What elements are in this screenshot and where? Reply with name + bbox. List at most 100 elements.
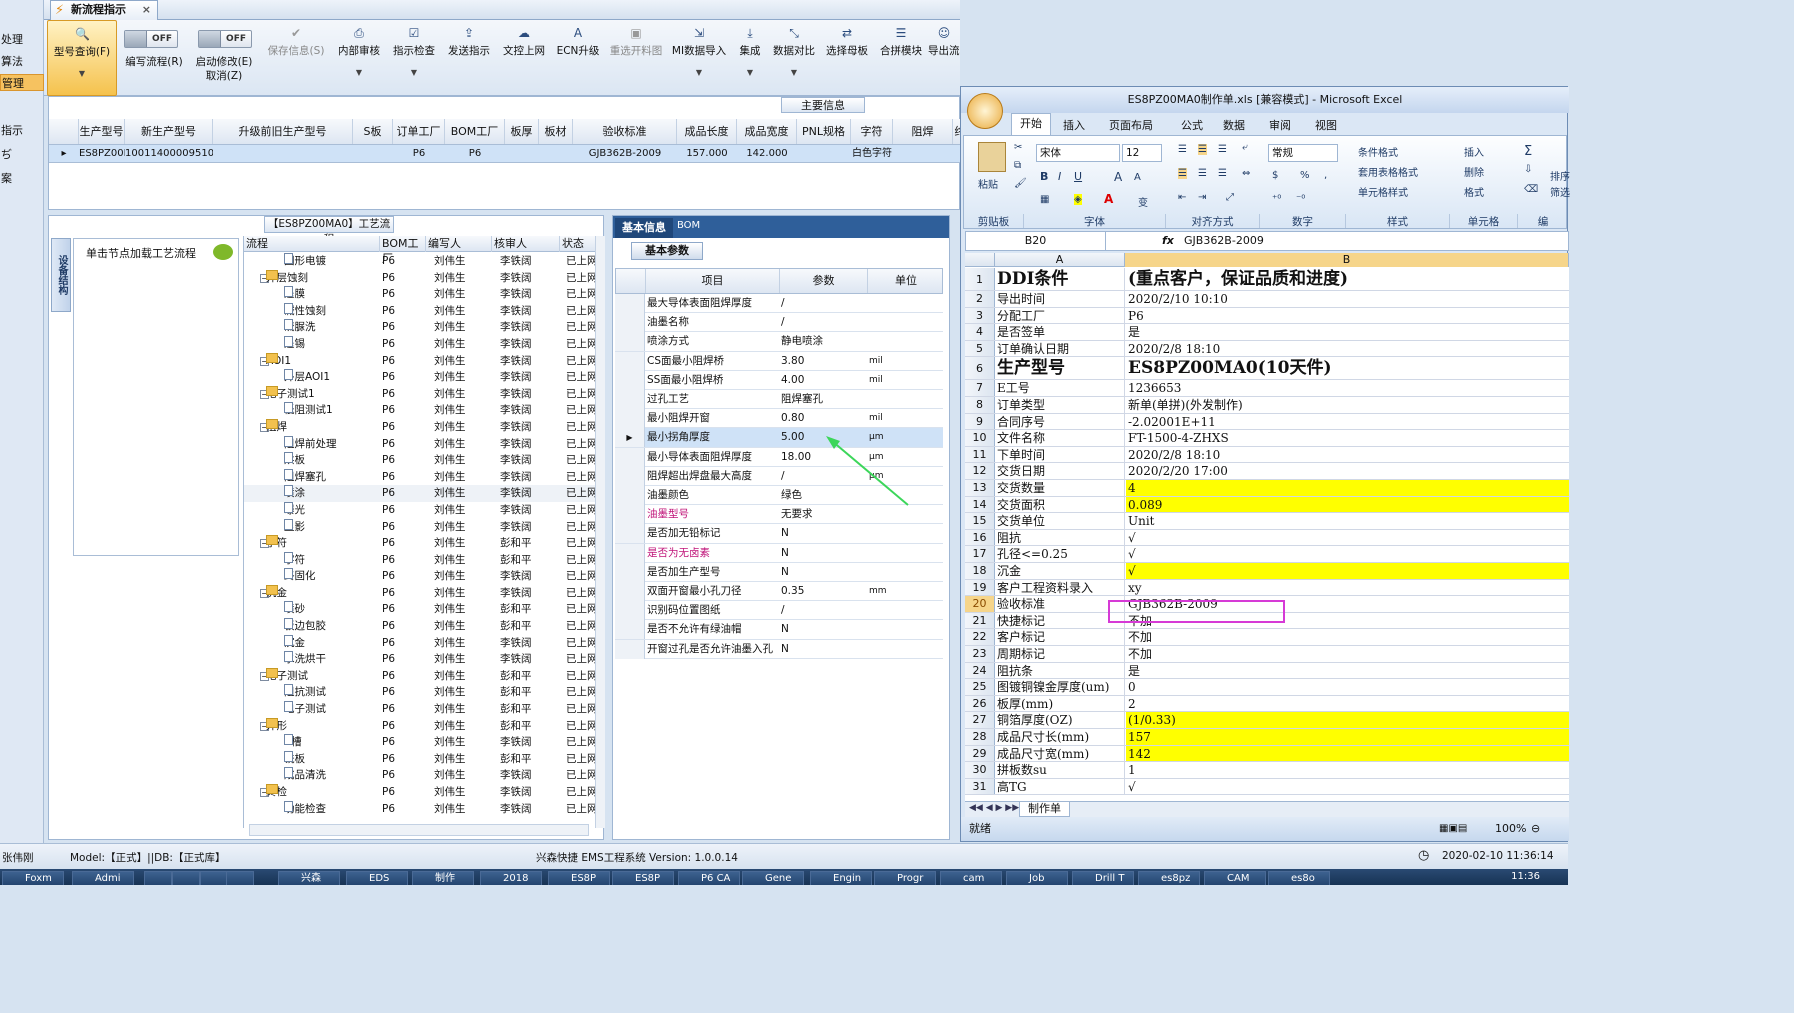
cell-a[interactable]: 生产型号 — [997, 357, 1125, 380]
data-compare-button[interactable]: ⤡ 数据对比 ▼ — [770, 20, 818, 96]
cell-b[interactable]: 2020/2/10 10:10 — [1126, 291, 1569, 307]
align-top-icon[interactable]: ☰ — [1178, 144, 1187, 155]
taskbar-button[interactable]: es8pz — [1138, 871, 1200, 885]
doc-control-online-button[interactable]: ☁ 文控上网 — [498, 20, 550, 96]
comma-icon[interactable]: , — [1324, 170, 1327, 181]
cell-b[interactable]: 2020/2/20 17:00 — [1126, 463, 1569, 479]
taskbar-button[interactable]: Job — [1006, 871, 1068, 885]
param-row[interactable]: 油墨颜色 绿色 — [615, 486, 943, 506]
column-header[interactable]: 阻焊 — [893, 119, 953, 144]
reselect-cutting-chart-button[interactable]: ▣ 重选开料图 — [606, 20, 666, 96]
row-number[interactable]: 24 — [965, 662, 995, 679]
cell-b[interactable]: 2020/2/8 18:10 — [1126, 447, 1569, 463]
cell-styles-button[interactable]: 单元格样式 — [1358, 184, 1408, 199]
row-number[interactable]: 11 — [965, 446, 995, 463]
row-header[interactable] — [615, 466, 645, 486]
vertical-scrollbar[interactable] — [595, 236, 605, 828]
sort-button[interactable]: 排序 — [1550, 168, 1570, 183]
tree-row[interactable]: 显影 P6 刘伟生 李铁阔 已上网 — [244, 518, 600, 536]
taskbar-button[interactable]: cam — [940, 871, 1002, 885]
cell-b[interactable]: 157 — [1126, 729, 1569, 745]
tree-row[interactable]: 板边包胶 P6 刘伟生 彭和平 已上网 — [244, 618, 600, 635]
formula-input[interactable]: GJB362B-2009 — [1184, 232, 1264, 250]
row-number[interactable]: 12 — [965, 463, 995, 479]
param-value[interactable]: N — [781, 563, 867, 582]
row-header[interactable] — [615, 562, 645, 582]
tree-row[interactable]: −终检P6刘伟生李铁阔已上网 — [244, 784, 600, 801]
param-row[interactable]: 阻焊超出焊盘最大高度 / μm — [615, 466, 943, 486]
increase-decimal-icon[interactable]: ⁺⁰ — [1272, 194, 1281, 205]
row-number[interactable]: 5 — [965, 340, 995, 357]
export-process-info-button[interactable]: ☺ 导出流程信息 — [928, 20, 960, 96]
select-all-corner[interactable] — [965, 253, 995, 267]
cell-a[interactable]: 孔径<=0.25 — [997, 546, 1125, 562]
sheet-nav-icon[interactable]: ◀◀ ◀ ▶ ▶▶ — [969, 803, 1019, 813]
tree-row[interactable]: 图形电镀 P6 刘伟生 李铁阔 已上网 — [244, 253, 600, 270]
cut-icon[interactable]: ✂ — [1014, 142, 1022, 153]
integrate-button[interactable]: ⤓ 集成 ▼ — [732, 20, 768, 96]
row-number[interactable]: 22 — [965, 629, 995, 645]
param-row[interactable]: 开窗过孔是否允许油墨入孔 N — [615, 639, 943, 659]
row-header[interactable] — [615, 543, 645, 563]
row-number[interactable]: 29 — [965, 745, 995, 762]
function-icon[interactable]: fx — [1162, 232, 1174, 250]
shrink-font-icon[interactable]: A — [1134, 172, 1141, 183]
tree-row[interactable]: 烘板 P6 刘伟生 李铁阔 已上网 — [244, 452, 600, 469]
row-number[interactable]: 28 — [965, 729, 995, 745]
tree-row[interactable]: 阻抗测试 P6 刘伟生 彭和平 已上网 — [244, 684, 600, 701]
fill-icon[interactable]: ⇩ — [1524, 164, 1532, 175]
row-header[interactable] — [615, 409, 645, 429]
cell-b[interactable]: (重点客户，保证品质和进度) — [1126, 268, 1569, 290]
orientation-icon[interactable]: ⤢ — [1226, 192, 1234, 203]
format-button[interactable]: 格式 — [1464, 184, 1484, 199]
fill-color-icon[interactable]: ◈ — [1074, 194, 1082, 205]
ribbon-tab-2[interactable]: 页面布局 — [1109, 117, 1153, 133]
tree-row[interactable]: 水洗烘干 P6 刘伟生 李铁阔 已上网 — [244, 651, 600, 668]
ribbon-tab-1[interactable]: 插入 — [1063, 117, 1085, 133]
taskbar-button[interactable] — [226, 871, 254, 885]
row-number[interactable]: 6 — [965, 357, 995, 380]
format-as-table-button[interactable]: 套用表格格式 — [1358, 164, 1418, 179]
row-number[interactable]: 2 — [965, 291, 995, 307]
column-header[interactable]: 流程 — [244, 236, 380, 252]
row-number[interactable]: 26 — [965, 695, 995, 712]
align-right-icon[interactable]: ☰ — [1218, 168, 1227, 179]
param-value[interactable]: 0.80 — [781, 409, 867, 428]
tree-row[interactable]: 成品清洗 P6 刘伟生 李铁阔 已上网 — [244, 767, 600, 784]
select-motherboard-button[interactable]: ⇄ 选择母板 — [822, 20, 872, 96]
format-painter-icon[interactable]: 🖌 — [1014, 178, 1027, 189]
cell-a[interactable]: 导出时间 — [997, 291, 1125, 307]
cell-a[interactable]: 阻抗 — [997, 529, 1125, 546]
tree-row[interactable]: 硫脲洗 P6 刘伟生 李铁阔 已上网 — [244, 319, 600, 336]
tree-row[interactable]: 退锡 P6 刘伟生 李铁阔 已上网 — [244, 335, 600, 353]
taskbar-button[interactable]: P6 CA — [678, 871, 740, 885]
cell-a[interactable]: 订单确认日期 — [997, 340, 1125, 357]
tree-row[interactable]: −阻焊P6刘伟生李铁阔已上网 — [244, 418, 600, 436]
cell-b[interactable]: xy — [1126, 580, 1569, 596]
view-buttons-icon[interactable]: ▦▣▤ — [1439, 817, 1467, 841]
merge-module-button[interactable]: ☰ 合拼模块 — [876, 20, 926, 96]
column-header[interactable]: 生产型号 — [79, 119, 125, 144]
cell-b[interactable]: 不加 — [1126, 646, 1569, 662]
cell-a[interactable]: 客户工程资料录入 — [997, 579, 1125, 596]
speech-bubble-icon[interactable] — [213, 244, 233, 260]
conditional-format-button[interactable]: 条件格式 — [1358, 144, 1398, 159]
internal-review-button[interactable]: ⎙ 内部审核 ▼ — [334, 20, 384, 96]
cell-a[interactable]: 快捷标记 — [997, 612, 1125, 629]
param-row[interactable]: 油墨名称 / — [615, 313, 943, 333]
cell-b[interactable]: √ — [1126, 779, 1569, 795]
row-header[interactable] — [615, 447, 645, 467]
italic-icon[interactable]: I — [1058, 170, 1061, 183]
tree-row[interactable]: 沉金 P6 刘伟生 李铁阔 已上网 — [244, 634, 600, 652]
row-header[interactable]: ▶ — [615, 428, 645, 448]
cell-b[interactable]: √ — [1126, 530, 1569, 546]
font-size-select[interactable]: 12 — [1122, 144, 1162, 162]
bold-icon[interactable]: B — [1040, 170, 1048, 183]
row-number[interactable]: 31 — [965, 778, 995, 795]
row-number[interactable]: 25 — [965, 679, 995, 695]
cell-a[interactable]: 合同序号 — [997, 413, 1125, 430]
font-name-select[interactable]: 宋体 — [1036, 144, 1120, 162]
param-value[interactable]: 5.00 — [781, 428, 867, 447]
tree-row[interactable]: − 外层蚀刻 P6 刘伟生 李铁阔 已上网 — [244, 269, 600, 287]
cell-b[interactable]: 142 — [1126, 745, 1569, 762]
